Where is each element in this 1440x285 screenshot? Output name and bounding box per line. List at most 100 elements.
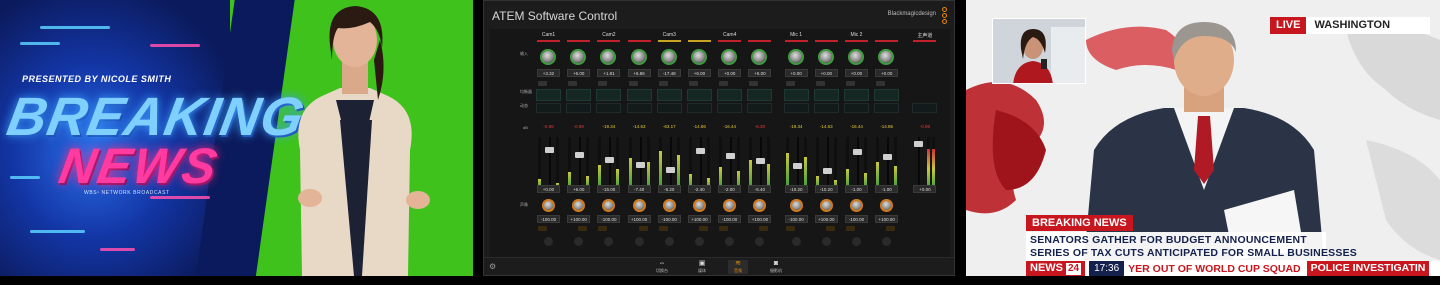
pan-value[interactable]: +100.00 [627, 215, 651, 223]
pan-knob[interactable] [850, 199, 863, 212]
channel-option-icon[interactable] [821, 237, 831, 246]
gain-knob[interactable] [660, 49, 677, 65]
gain-knob[interactable] [540, 49, 556, 65]
fader-level-value[interactable]: -10.20 [784, 185, 808, 193]
input-option-button[interactable] [785, 81, 795, 86]
eq-graph[interactable] [844, 89, 869, 101]
pan-value[interactable]: +100.00 [875, 215, 899, 223]
gain-knob[interactable] [751, 49, 768, 65]
pan-knob[interactable] [632, 199, 646, 212]
fader-level-value[interactable]: -7.40 [627, 185, 651, 193]
pan-knob[interactable] [753, 199, 767, 212]
fader-handle[interactable] [726, 153, 736, 159]
fader-level-value[interactable]: -5.20 [657, 185, 681, 193]
channel-option-icon[interactable] [604, 237, 614, 246]
gain-value[interactable]: +6.00 [748, 69, 772, 77]
dynamics-graph[interactable] [687, 103, 712, 113]
pan-value[interactable]: +100.00 [748, 215, 772, 223]
mute-button[interactable] [578, 226, 588, 231]
pan-value[interactable]: +100.00 [688, 215, 711, 223]
channel-option-icon[interactable] [755, 237, 765, 246]
channel-option-icon[interactable] [695, 237, 704, 246]
dynamics-graph[interactable] [747, 103, 773, 113]
eq-graph[interactable] [566, 89, 592, 101]
gain-value[interactable]: +0.00 [875, 69, 899, 77]
master-fader-handle[interactable] [914, 141, 924, 147]
fader-level-value[interactable]: -10.20 [814, 185, 838, 193]
mute-button[interactable] [846, 226, 855, 231]
mute-button[interactable] [658, 226, 668, 231]
fader-level-value[interactable]: -1.00 [845, 185, 868, 193]
gain-knob[interactable] [787, 49, 804, 65]
tab-switcher[interactable]: ⇔ 切换台 [652, 260, 672, 274]
fader-level-value[interactable]: -15.00 [597, 185, 621, 193]
mute-button[interactable] [886, 226, 896, 231]
pan-knob[interactable] [789, 199, 803, 212]
gain-knob[interactable] [570, 49, 587, 65]
fader-handle[interactable] [696, 148, 705, 154]
channel-option-icon[interactable] [664, 237, 674, 246]
mute-button[interactable] [699, 226, 708, 231]
gain-knob[interactable] [600, 49, 617, 65]
input-option-button[interactable] [815, 81, 825, 86]
gain-knob[interactable] [848, 49, 864, 65]
gain-value[interactable]: +6.86 [627, 69, 651, 77]
input-option-button[interactable] [568, 81, 578, 86]
gain-value[interactable]: +0.00 [718, 69, 742, 77]
fader-handle[interactable] [635, 162, 645, 168]
input-option-button[interactable] [538, 81, 547, 86]
gain-knob[interactable] [630, 49, 647, 65]
tab-media[interactable]: ▣ 媒体 [692, 260, 712, 274]
fader-handle[interactable] [756, 158, 766, 164]
mute-button[interactable] [598, 226, 608, 231]
master-dynamics-graph[interactable] [912, 103, 938, 113]
dynamics-graph[interactable] [783, 103, 809, 113]
pan-value[interactable]: -100.00 [784, 215, 808, 223]
pan-knob[interactable] [602, 199, 616, 212]
dynamics-graph[interactable] [566, 103, 592, 113]
channel-option-icon[interactable] [791, 237, 801, 246]
pan-value[interactable]: -100.00 [718, 215, 742, 223]
mute-button[interactable] [538, 226, 547, 231]
fader-handle[interactable] [665, 167, 675, 173]
fader-handle[interactable] [883, 154, 893, 160]
fader-level-value[interactable]: -2.40 [688, 185, 711, 193]
eq-graph[interactable] [747, 89, 773, 101]
dynamics-graph[interactable] [626, 103, 652, 113]
eq-graph[interactable] [536, 89, 561, 101]
mute-button[interactable] [785, 226, 795, 231]
mute-button[interactable] [719, 226, 729, 231]
channel-option-icon[interactable] [574, 237, 584, 246]
dynamics-graph[interactable] [656, 103, 682, 113]
eq-graph[interactable] [783, 89, 809, 101]
gain-value[interactable]: +1.81 [597, 69, 621, 77]
fader-level-value[interactable]: -2.00 [718, 185, 742, 193]
eq-graph[interactable] [874, 89, 900, 101]
gain-value[interactable]: +3.32 [537, 69, 560, 77]
pan-knob[interactable] [693, 199, 706, 212]
mute-button[interactable] [638, 226, 648, 231]
gain-knob[interactable] [817, 49, 834, 65]
dynamics-graph[interactable] [813, 103, 839, 113]
gain-value[interactable]: -17.48 [657, 69, 681, 77]
fader-handle[interactable] [822, 168, 832, 174]
gain-value[interactable]: +6.00 [688, 69, 711, 77]
fader-level-value[interactable]: -1.00 [875, 185, 899, 193]
pan-value[interactable]: -100.00 [537, 215, 560, 223]
channel-option-icon[interactable] [882, 237, 892, 246]
gain-value[interactable]: +0.00 [814, 69, 838, 77]
pan-knob[interactable] [723, 199, 737, 212]
mute-button[interactable] [825, 226, 835, 231]
input-option-button[interactable] [598, 81, 608, 86]
master-level-value[interactable]: +0.00 [913, 185, 937, 193]
gain-knob[interactable] [878, 49, 895, 65]
dynamics-graph[interactable] [717, 103, 743, 113]
eq-graph[interactable] [626, 89, 652, 101]
pan-value[interactable]: -100.00 [597, 215, 621, 223]
input-option-button[interactable] [846, 81, 855, 86]
fader-handle[interactable] [853, 149, 862, 155]
input-option-button[interactable] [689, 81, 698, 86]
pan-value[interactable]: -100.00 [657, 215, 681, 223]
dynamics-graph[interactable] [536, 103, 561, 113]
fader-level-value[interactable]: -6.40 [748, 185, 772, 193]
